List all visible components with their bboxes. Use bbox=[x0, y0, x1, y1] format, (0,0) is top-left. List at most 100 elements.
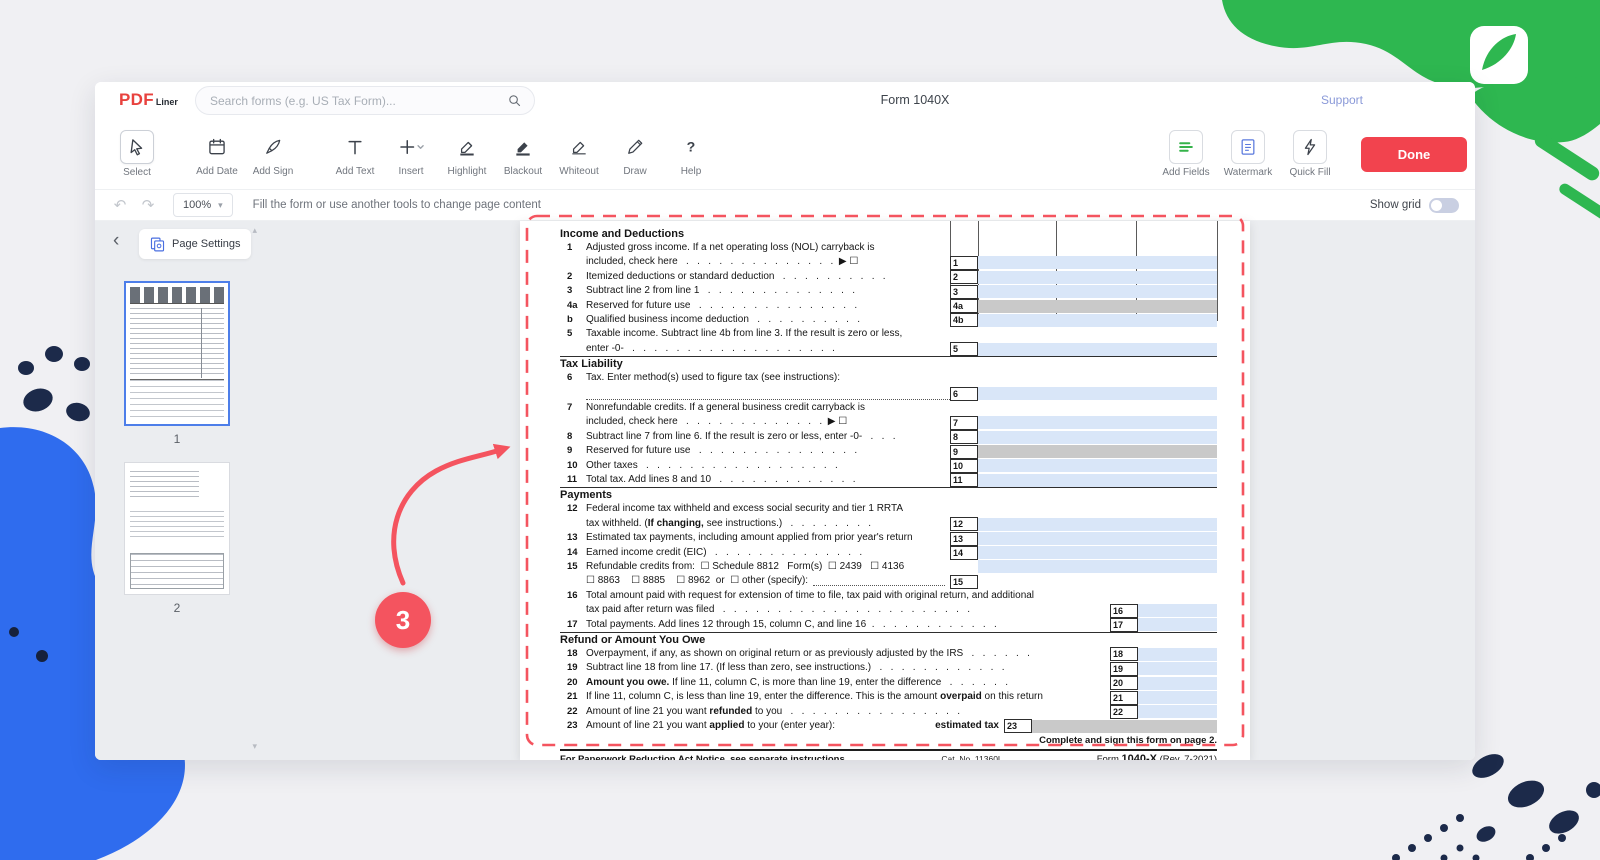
form-field-17[interactable] bbox=[1138, 618, 1217, 631]
form-field-14[interactable] bbox=[978, 546, 1217, 559]
tool-label: Highlight bbox=[448, 166, 487, 177]
collapse-sidebar-icon[interactable]: ‹ bbox=[113, 231, 119, 250]
tool-select[interactable]: Select bbox=[109, 130, 165, 178]
line-box: 6 bbox=[950, 387, 978, 401]
tool-highlight[interactable]: Highlight bbox=[439, 131, 495, 177]
form-field-13[interactable] bbox=[978, 532, 1217, 545]
line-box: 10 bbox=[950, 459, 978, 473]
form-line: 2Itemized deductions or standard deducti… bbox=[560, 270, 1217, 284]
line-text: Amount you owe. If line 11, column C, is… bbox=[586, 676, 1110, 690]
pages-sidebar: ‹ Page Settings 12 ▴ ▾ bbox=[95, 221, 265, 760]
line-number: 16 bbox=[560, 589, 586, 618]
tool-label: Draw bbox=[623, 166, 646, 177]
form-field-20[interactable] bbox=[1138, 677, 1217, 690]
form-line: 3Subtract line 2 from line 1 . . . . . .… bbox=[560, 284, 1217, 298]
form-field-11[interactable] bbox=[978, 474, 1217, 487]
line-box: 12 bbox=[950, 517, 978, 531]
line-number: 14 bbox=[560, 546, 586, 560]
line-box: 19 bbox=[1110, 662, 1138, 676]
tool-add-sign[interactable]: Add Sign bbox=[245, 131, 301, 177]
line-text: Amount of line 21 you want refunded to y… bbox=[586, 705, 1110, 719]
pdfliner-logo[interactable]: PDF Liner bbox=[119, 90, 178, 110]
line-box: 22 bbox=[1110, 705, 1138, 719]
scroll-up-icon[interactable]: ▴ bbox=[252, 225, 257, 236]
form-field-10[interactable] bbox=[978, 459, 1217, 472]
form-complete-note: Complete and sign this form on page 2. bbox=[560, 734, 1217, 747]
line-box: 4a bbox=[950, 299, 978, 313]
support-link[interactable]: Support bbox=[1321, 82, 1363, 119]
form-line: 11Total tax. Add lines 8 and 10 . . . . … bbox=[560, 473, 1217, 487]
form-line: 12Federal income tax withheld and excess… bbox=[560, 502, 1217, 531]
form-field-4a bbox=[978, 300, 1217, 313]
line-number: b bbox=[560, 313, 586, 327]
search-bar[interactable] bbox=[195, 86, 535, 115]
toggle-knob bbox=[1431, 200, 1442, 211]
zoom-select[interactable]: 100% ▾ bbox=[173, 193, 233, 217]
app-window: PDF Liner Form 1040X Support SelectAdd D… bbox=[95, 82, 1475, 760]
form-field-18[interactable] bbox=[1138, 648, 1217, 661]
tool-add-date[interactable]: Add Date bbox=[189, 131, 245, 177]
form-section: Income and Deductions1Adjusted gross inc… bbox=[560, 227, 1217, 356]
line-text: Taxable income. Subtract line 4b from li… bbox=[586, 327, 950, 356]
form-field-12[interactable] bbox=[978, 518, 1217, 531]
footer-notice: For Paperwork Reduction Act Notice, see … bbox=[560, 754, 847, 760]
form-field-4b[interactable] bbox=[978, 314, 1217, 327]
line-number: 5 bbox=[560, 327, 586, 356]
calendar-icon bbox=[207, 131, 227, 163]
line-box: 9 bbox=[950, 445, 978, 459]
form-field-15[interactable] bbox=[978, 560, 1217, 573]
line-text: Nonrefundable credits. If a general busi… bbox=[586, 401, 950, 430]
form-field-7[interactable] bbox=[978, 416, 1217, 429]
line-box: 17 bbox=[1110, 618, 1138, 632]
form-line: 8Subtract line 7 from line 6. If the res… bbox=[560, 430, 1217, 444]
form-field-3[interactable] bbox=[978, 285, 1217, 298]
tool-insert[interactable]: Insert bbox=[383, 131, 439, 177]
toolbar-tools: Select Add Date Add Sign Add TextInsert High… bbox=[109, 130, 719, 178]
tool-add-fields[interactable]: Add Fields bbox=[1155, 130, 1217, 178]
form-line: 16Total amount paid with request for ext… bbox=[560, 589, 1217, 618]
search-input[interactable] bbox=[208, 93, 507, 109]
tool-help[interactable]: ?Help bbox=[663, 131, 719, 177]
form-field-8[interactable] bbox=[978, 431, 1217, 444]
form-field-5[interactable] bbox=[978, 343, 1217, 356]
line-text: Total amount paid with request for exten… bbox=[586, 589, 1110, 618]
redo-icon[interactable]: ↷ bbox=[139, 198, 157, 213]
tool-add-text[interactable]: Add Text bbox=[327, 131, 383, 177]
form-field-16[interactable] bbox=[1138, 604, 1217, 617]
logo-pdf-text: PDF bbox=[119, 90, 154, 110]
line-text: Qualified business income deduction . . … bbox=[586, 313, 950, 327]
form-field-6[interactable] bbox=[978, 387, 1217, 400]
desktop-background: PDF Liner Form 1040X Support SelectAdd D… bbox=[0, 0, 1600, 860]
form-field-21[interactable] bbox=[1138, 691, 1217, 704]
step-number: 3 bbox=[396, 605, 410, 636]
page-thumbnail-1[interactable] bbox=[124, 281, 230, 426]
chevron-down-icon: ▾ bbox=[218, 200, 223, 211]
form-field-22[interactable] bbox=[1138, 705, 1217, 718]
tool-watermark[interactable]: Watermark bbox=[1217, 130, 1279, 178]
form-field-19[interactable] bbox=[1138, 662, 1217, 675]
form-page: Income and Deductions1Adjusted gross inc… bbox=[520, 221, 1250, 760]
page-thumbnail-2[interactable] bbox=[124, 462, 230, 595]
tool-whiteout[interactable]: Whiteout bbox=[551, 131, 607, 177]
undo-icon[interactable]: ↶ bbox=[111, 198, 129, 213]
scroll-down-icon[interactable]: ▾ bbox=[252, 741, 257, 752]
line-number: 6 bbox=[560, 371, 586, 401]
tool-blackout[interactable]: Blackout bbox=[495, 131, 551, 177]
line-box: 20 bbox=[1110, 676, 1138, 690]
line-box: 5 bbox=[950, 342, 978, 356]
line-text: Reserved for future use . . . . . . . . … bbox=[586, 299, 950, 313]
page-settings-button[interactable]: Page Settings bbox=[139, 229, 251, 259]
tool-quick-fill[interactable]: Quick Fill bbox=[1279, 130, 1341, 178]
show-grid-toggle[interactable] bbox=[1429, 198, 1459, 213]
form-field-1[interactable] bbox=[978, 256, 1217, 269]
tool-label: Add Sign bbox=[253, 166, 294, 177]
tool-draw[interactable]: Draw bbox=[607, 131, 663, 177]
form-field-2[interactable] bbox=[978, 271, 1217, 284]
done-button[interactable]: Done bbox=[1361, 137, 1467, 172]
form-line: 15Refundable credits from: ☐ Schedule 88… bbox=[560, 560, 1217, 589]
page-settings-label: Page Settings bbox=[172, 238, 241, 250]
line-box: 8 bbox=[950, 430, 978, 444]
form-line: 4aReserved for future use . . . . . . . … bbox=[560, 299, 1217, 313]
line-number: 22 bbox=[560, 705, 586, 719]
highlight-icon bbox=[457, 131, 477, 163]
